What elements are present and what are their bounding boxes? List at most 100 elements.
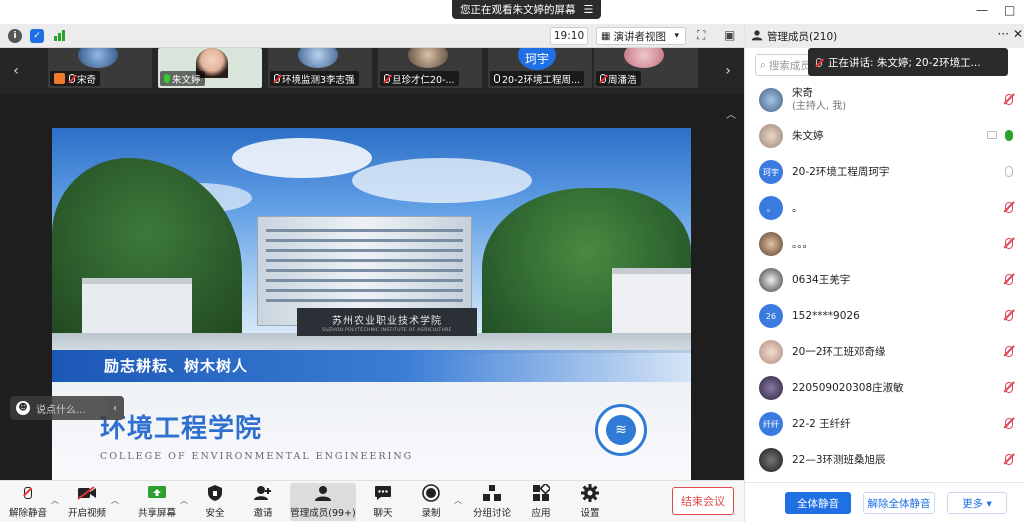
search-icon: ⌕ xyxy=(760,58,766,71)
title-bar: 您正在观看朱文婷的屏幕 ☰ — □ xyxy=(0,0,1024,24)
unmute-all-button[interactable]: 解除全体静音 xyxy=(863,492,935,514)
maximize-button[interactable]: □ xyxy=(1004,3,1015,17)
signal-strength-icon[interactable] xyxy=(54,30,65,41)
sign-chinese: 苏州农业职业技术学院 xyxy=(332,315,442,327)
quick-chat-input[interactable]: ☻ 说点什么... ‹ xyxy=(10,396,124,420)
avatar: 纤纤 xyxy=(759,412,783,436)
campus-sign: 苏州农业职业技术学院 SUZHOU POLYTECHNIC INSTITUTE … xyxy=(297,308,477,336)
members-panel-header: 管理成员(210) ··· ✕ xyxy=(745,24,1024,48)
mic-muted-icon[interactable] xyxy=(1005,310,1013,321)
book-icon: ≋ xyxy=(606,415,636,445)
more-button[interactable]: 更多 ▾ xyxy=(947,492,1007,514)
mic-muted-icon xyxy=(600,74,606,83)
screen-share-banner[interactable]: 您正在观看朱文婷的屏幕 ☰ xyxy=(452,0,602,19)
participant-name: 宋奇 xyxy=(792,87,813,99)
invite-button[interactable]: 邀请 xyxy=(246,483,280,521)
menu-icon[interactable]: ☰ xyxy=(584,3,594,16)
chat-icon xyxy=(373,484,393,502)
mic-muted-icon[interactable] xyxy=(1005,238,1013,249)
participant-row[interactable]: 纤纤 22-2 王纤纤 xyxy=(745,406,1024,442)
participant-row[interactable]: 宋奇 (主持人, 我) xyxy=(745,82,1024,118)
video-thumbnail[interactable]: 宋奇 xyxy=(48,48,152,88)
share-screen-icon xyxy=(147,484,167,502)
settings-button[interactable]: 设置 xyxy=(573,483,607,521)
chevron-up-icon[interactable]: ︿ xyxy=(454,495,462,506)
speaking-text: 正在讲话: 朱文婷; 20-2环境工... xyxy=(828,56,981,69)
apps-button[interactable]: 应用 xyxy=(524,483,558,521)
close-icon[interactable]: ✕ xyxy=(1013,27,1023,41)
participant-row[interactable]: 26 152****9026 xyxy=(745,298,1024,334)
meeting-toolbar: 解除静音 ︿ 开启视频 ︿ 共享屏幕 ︿ 安全 邀请 管理成员(99+) 聊天 … xyxy=(0,480,744,522)
fullscreen-icon[interactable]: ⛶ xyxy=(697,28,705,43)
participant-row[interactable]: 。 。 xyxy=(745,190,1024,226)
participant-name: 朱文婷 xyxy=(172,74,201,86)
mic-muted-icon[interactable] xyxy=(1005,274,1013,285)
chat-button[interactable]: 聊天 xyxy=(366,483,400,521)
mic-muted-icon[interactable] xyxy=(1005,346,1013,357)
participant-row[interactable]: 20一2环工班邓奇缘 xyxy=(745,334,1024,370)
avatar xyxy=(408,48,448,68)
share-screen-button[interactable]: 共享屏幕 xyxy=(134,483,180,521)
security-button[interactable]: 安全 xyxy=(198,483,232,521)
mic-muted-icon[interactable] xyxy=(1005,202,1013,213)
speaker-view-dropdown[interactable]: ▦ 演讲者视图 ▾ xyxy=(596,27,686,45)
mic-on-icon xyxy=(164,74,170,83)
chevron-up-icon[interactable]: ︿ xyxy=(726,106,736,121)
avatar xyxy=(78,48,118,68)
participant-name: 旦珍才仁20-... xyxy=(392,74,455,86)
record-button[interactable]: 录制 xyxy=(414,483,448,521)
mic-muted-icon xyxy=(384,74,390,83)
start-video-button[interactable]: 开启视频 xyxy=(64,483,110,521)
members-panel-footer: 全体静音 解除全体静音 更多 ▾ xyxy=(745,482,1024,522)
video-thumbnail[interactable]: 周潘浩 xyxy=(594,48,698,88)
mic-muted-icon[interactable] xyxy=(1005,454,1013,465)
chevron-left-icon[interactable]: ‹ xyxy=(106,396,124,420)
participant-list: 宋奇 (主持人, 我) 朱文婷 珂宇 20-2环境工程周珂宇 。 。 。。。 06… xyxy=(745,82,1024,478)
participant-row[interactable]: 珂宇 20-2环境工程周珂宇 xyxy=(745,154,1024,190)
security-shield-icon[interactable]: ✓ xyxy=(30,29,44,43)
manage-members-button[interactable]: 管理成员(99+) xyxy=(290,483,356,521)
participant-name: 20-2环境工程周珂宇 xyxy=(792,166,890,178)
participant-row[interactable]: 。。。 xyxy=(745,226,1024,262)
mic-active-icon[interactable] xyxy=(1005,130,1013,141)
breakout-rooms-button[interactable]: 分组讨论 xyxy=(470,483,514,521)
avatar xyxy=(759,340,783,364)
participant-row[interactable]: 0634王羌宇 xyxy=(745,262,1024,298)
avatar xyxy=(759,232,783,256)
meeting-timer: 19:10 xyxy=(550,27,588,45)
mic-muted-icon[interactable] xyxy=(1005,418,1013,429)
mic-icon[interactable] xyxy=(1005,166,1013,177)
sidebar-toggle-icon[interactable]: ▣ xyxy=(724,28,735,42)
mic-icon xyxy=(816,57,822,67)
chevron-up-icon[interactable]: ︿ xyxy=(180,495,188,506)
video-thumbnail-strip: ‹ 宋奇 朱文婷 环境监测3李志强 旦珍才仁20-... 珂宇 20-2环境工程… xyxy=(0,48,744,121)
camera-icon[interactable] xyxy=(987,131,997,139)
video-thumbnail[interactable]: 环境监测3李志强 xyxy=(268,48,372,88)
emoji-icon[interactable]: ☻ xyxy=(16,401,30,415)
mute-all-button[interactable]: 全体静音 xyxy=(785,492,851,514)
participant-row[interactable]: 22—3环测班桑旭辰 xyxy=(745,442,1024,478)
minimize-button[interactable]: — xyxy=(976,3,988,17)
video-thumbnail[interactable]: 旦珍才仁20-... xyxy=(378,48,482,88)
camera-off-icon xyxy=(77,484,97,502)
video-thumbnail[interactable]: 朱文婷 xyxy=(158,48,262,88)
mic-muted-icon[interactable] xyxy=(1005,94,1013,105)
chat-placeholder: 说点什么... xyxy=(36,404,86,416)
participant-name: 220509020308庄淑敏 xyxy=(792,382,904,394)
chevron-right-icon[interactable]: › xyxy=(718,56,738,86)
end-meeting-button[interactable]: 结束会议 xyxy=(672,487,734,515)
motto-text: 励志耕耘、树木树人 xyxy=(104,357,249,375)
participant-row[interactable]: 220509020308庄淑敏 xyxy=(745,370,1024,406)
video-thumbnail[interactable]: 珂宇 20-2环境工程周... xyxy=(488,48,592,88)
unmute-button[interactable]: 解除静音 xyxy=(6,483,50,521)
participant-name: 。 xyxy=(792,202,803,214)
chevron-up-icon[interactable]: ︿ xyxy=(111,495,119,506)
chevron-up-icon[interactable]: ︿ xyxy=(51,495,59,506)
more-options-icon[interactable]: ··· xyxy=(998,27,1009,41)
chevron-left-icon[interactable]: ‹ xyxy=(6,56,26,86)
participant-row[interactable]: 朱文婷 xyxy=(745,118,1024,154)
avatar xyxy=(759,88,783,112)
info-icon[interactable]: i xyxy=(8,29,22,43)
mic-muted-icon[interactable] xyxy=(1005,382,1013,393)
avatar: 珂宇 xyxy=(518,48,556,70)
